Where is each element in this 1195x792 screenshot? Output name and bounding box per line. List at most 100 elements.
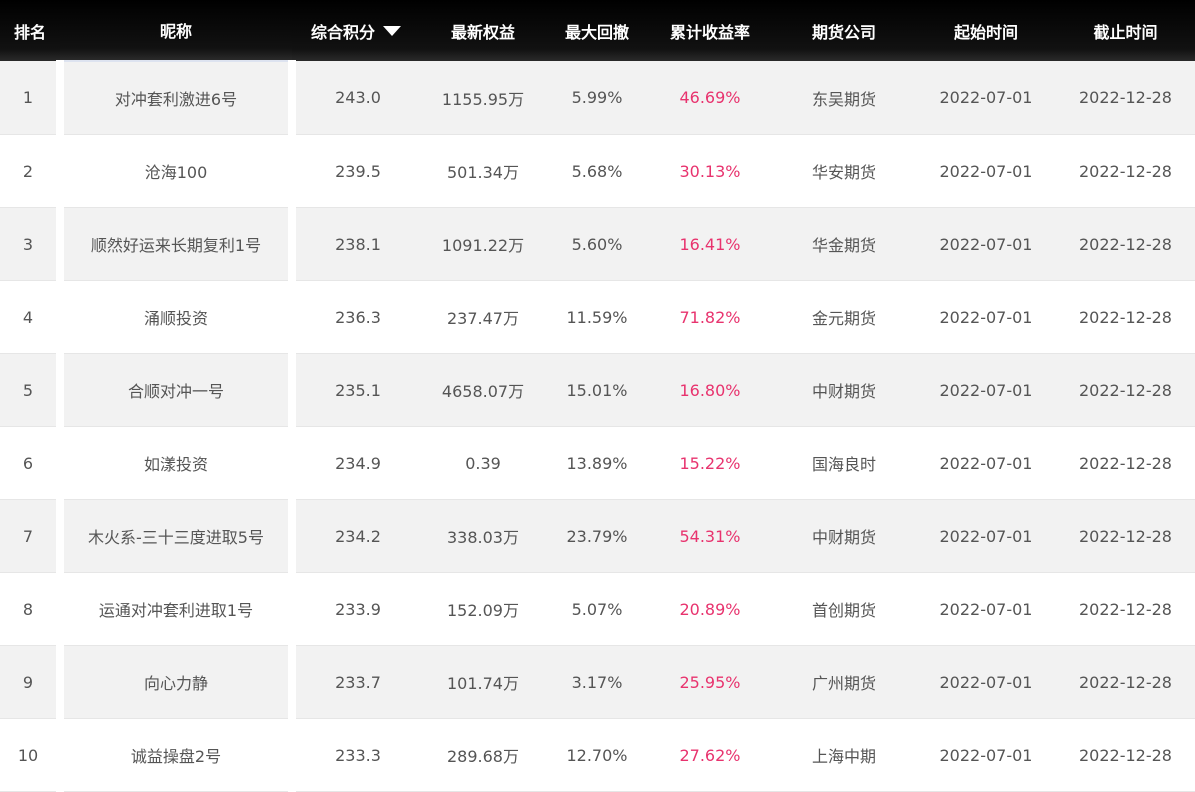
ranking-table: 排名 昵称 综合积分 最新权益 最大回撤 累计收益率 期货公司 起始时间 截止时… — [0, 0, 1195, 792]
table-row[interactable]: 1 对冲套利激进6号 243.0 1155.95万 5.99% 46.69% 东吴期货 202… — [0, 60, 1195, 135]
end-date-cell: 2022-12-28 — [1056, 426, 1195, 500]
table-row[interactable]: 6 如漾投资 234.9 0.39 13.89% 15.22% 国海良时 2022-07-01… — [0, 426, 1195, 500]
start-date-cell: 2022-07-01 — [916, 572, 1056, 646]
table-row[interactable]: 9 向心力静 233.7 101.74万 3.17% 25.95% 广州期货 2022-07-… — [0, 645, 1195, 719]
table-row[interactable]: 10 诚益操盘2号 233.3 289.68万 12.70% 27.62% 上海中期 2022… — [0, 718, 1195, 792]
end-date-cell: 2022-12-28 — [1056, 353, 1195, 427]
drawdown-cell: 15.01% — [546, 353, 648, 427]
drawdown-cell: 5.07% — [546, 572, 648, 646]
company-cell: 首创期货 — [772, 572, 916, 646]
company-cell: 东吴期货 — [772, 61, 916, 135]
table-row[interactable]: 3 顺然好运来长期复利1号 238.1 1091.22万 5.60% 16.41% 华金期货… — [0, 207, 1195, 281]
header-score[interactable]: 综合积分 — [292, 0, 420, 61]
equity-cell: 4658.07万 — [420, 353, 546, 427]
end-date-cell: 2022-12-28 — [1056, 718, 1195, 792]
score-cell: 234.2 — [292, 499, 420, 573]
return-cell: 46.69% — [648, 61, 772, 135]
nickname-cell[interactable]: 向心力静 — [56, 645, 296, 719]
return-cell: 20.89% — [648, 572, 772, 646]
start-date-cell: 2022-07-01 — [916, 134, 1056, 208]
header-drawdown[interactable]: 最大回撤 — [546, 0, 648, 61]
score-cell: 233.7 — [292, 645, 420, 719]
return-cell: 15.22% — [648, 426, 772, 500]
drawdown-cell: 5.60% — [546, 207, 648, 281]
equity-cell: 338.03万 — [420, 499, 546, 573]
start-date-cell: 2022-07-01 — [916, 426, 1056, 500]
start-date-cell: 2022-07-01 — [916, 61, 1056, 135]
score-cell: 233.9 — [292, 572, 420, 646]
table-row[interactable]: 5 合顺对冲一号 235.1 4658.07万 15.01% 16.80% 中财期货 2022… — [0, 353, 1195, 427]
drawdown-cell: 23.79% — [546, 499, 648, 573]
score-cell: 243.0 — [292, 61, 420, 135]
sort-desc-icon[interactable] — [383, 26, 401, 36]
return-cell: 25.95% — [648, 645, 772, 719]
nickname-cell[interactable]: 合顺对冲一号 — [56, 353, 296, 427]
end-date-cell: 2022-12-28 — [1056, 499, 1195, 573]
equity-cell: 101.74万 — [420, 645, 546, 719]
rank-cell: 8 — [0, 572, 60, 646]
score-cell: 233.3 — [292, 718, 420, 792]
company-cell: 华安期货 — [772, 134, 916, 208]
nickname-cell[interactable]: 沧海100 — [56, 134, 296, 208]
header-equity[interactable]: 最新权益 — [420, 0, 546, 61]
return-cell: 27.62% — [648, 718, 772, 792]
equity-cell: 237.47万 — [420, 280, 546, 354]
rank-cell: 10 — [0, 718, 60, 792]
rank-cell: 7 — [0, 499, 60, 573]
nickname-cell[interactable]: 涌顺投资 — [56, 280, 296, 354]
header-company[interactable]: 期货公司 — [772, 0, 916, 61]
end-date-cell: 2022-12-28 — [1056, 134, 1195, 208]
return-cell: 16.80% — [648, 353, 772, 427]
table-row[interactable]: 7 木火系-三十三度进取5号 234.2 338.03万 23.79% 54.31% 中财期… — [0, 499, 1195, 573]
company-cell: 华金期货 — [772, 207, 916, 281]
nickname-cell[interactable]: 顺然好运来长期复利1号 — [56, 207, 296, 281]
start-date-cell: 2022-07-01 — [916, 645, 1056, 719]
table-header-row: 排名 昵称 综合积分 最新权益 最大回撤 累计收益率 期货公司 起始时间 截止时… — [0, 0, 1195, 61]
return-cell: 54.31% — [648, 499, 772, 573]
end-date-cell: 2022-12-28 — [1056, 61, 1195, 135]
drawdown-cell: 13.89% — [546, 426, 648, 500]
start-date-cell: 2022-07-01 — [916, 207, 1056, 281]
drawdown-cell: 12.70% — [546, 718, 648, 792]
return-cell: 16.41% — [648, 207, 772, 281]
score-cell: 238.1 — [292, 207, 420, 281]
end-date-cell: 2022-12-28 — [1056, 572, 1195, 646]
return-cell: 71.82% — [648, 280, 772, 354]
score-cell: 235.1 — [292, 353, 420, 427]
drawdown-cell: 5.68% — [546, 134, 648, 208]
score-cell: 239.5 — [292, 134, 420, 208]
header-rank[interactable]: 排名 — [0, 0, 60, 61]
company-cell: 国海良时 — [772, 426, 916, 500]
nickname-cell[interactable]: 对冲套利激进6号 — [56, 60, 296, 135]
equity-cell: 501.34万 — [420, 134, 546, 208]
end-date-cell: 2022-12-28 — [1056, 645, 1195, 719]
rank-cell: 6 — [0, 426, 60, 500]
nickname-cell[interactable]: 诚益操盘2号 — [56, 718, 296, 792]
table-row[interactable]: 4 涌顺投资 236.3 237.47万 11.59% 71.82% 金元期货 2022-07… — [0, 280, 1195, 354]
header-return[interactable]: 累计收益率 — [648, 0, 772, 61]
drawdown-cell: 11.59% — [546, 280, 648, 354]
drawdown-cell: 5.99% — [546, 61, 648, 135]
header-start[interactable]: 起始时间 — [916, 0, 1056, 61]
table-row[interactable]: 8 运通对冲套利进取1号 233.9 152.09万 5.07% 20.89% 首创期货 20… — [0, 572, 1195, 646]
equity-cell: 0.39 — [420, 426, 546, 500]
nickname-cell[interactable]: 运通对冲套利进取1号 — [56, 572, 296, 646]
drawdown-cell: 3.17% — [546, 645, 648, 719]
equity-cell: 289.68万 — [420, 718, 546, 792]
header-score-label: 综合积分 — [310, 22, 375, 42]
header-end[interactable]: 截止时间 — [1056, 0, 1195, 61]
equity-cell: 1091.22万 — [420, 207, 546, 281]
company-cell: 中财期货 — [772, 353, 916, 427]
score-cell: 236.3 — [292, 280, 420, 354]
return-cell: 30.13% — [648, 134, 772, 208]
rank-cell: 5 — [0, 353, 60, 427]
company-cell: 上海中期 — [772, 718, 916, 792]
rank-cell: 1 — [0, 61, 60, 135]
table-row[interactable]: 2 沧海100 239.5 501.34万 5.68% 30.13% 华安期货 2022-07… — [0, 134, 1195, 208]
rank-cell: 9 — [0, 645, 60, 719]
rank-cell: 2 — [0, 134, 60, 208]
header-nickname[interactable]: 昵称 — [60, 0, 292, 61]
equity-cell: 1155.95万 — [420, 61, 546, 135]
nickname-cell[interactable]: 木火系-三十三度进取5号 — [56, 499, 296, 573]
nickname-cell[interactable]: 如漾投资 — [56, 426, 296, 500]
